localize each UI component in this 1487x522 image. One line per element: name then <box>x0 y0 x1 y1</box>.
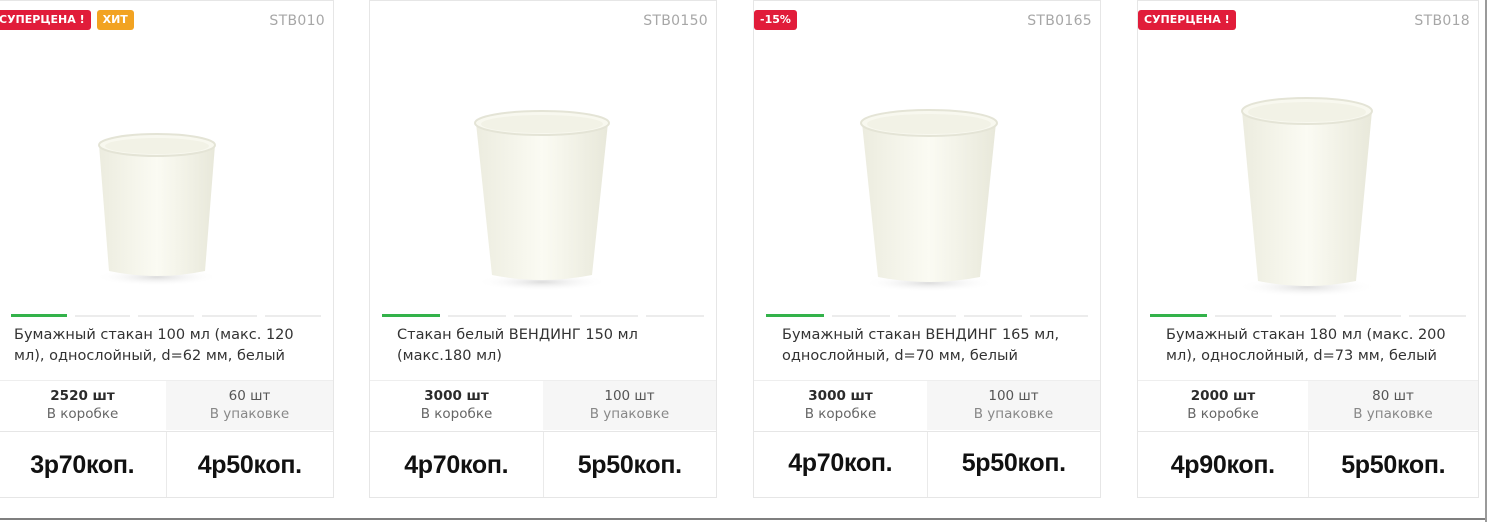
box-quantity: 3000 шт В коробке <box>370 381 543 430</box>
box-qty-label: В коробке <box>46 406 119 422</box>
product-card[interactable]: СУПЕРЦЕНА ! STB018 Бумажный стакан 180 м… <box>1137 0 1479 498</box>
price-box: 4р90коп. <box>1170 451 1275 479</box>
pack-quantity: 60 шт В упаковке <box>166 381 333 430</box>
price-box-cell: 4р90коп. <box>1138 432 1309 497</box>
product-card[interactable]: STB0150 Стакан белый ВЕНДИНГ 150 мл (мак… <box>369 0 717 498</box>
product-title-link[interactable]: Бумажный стакан ВЕНДИНГ 165 мл, однослой… <box>782 325 1086 367</box>
pack-qty-label: В упаковке <box>1353 406 1433 422</box>
price-row: 3р70коп. 4р50коп. <box>0 431 333 497</box>
price-pack: 5р50коп. <box>961 449 1066 477</box>
price-box-cell: 3р70коп. <box>0 432 167 497</box>
price-pack: 5р50коп. <box>1341 451 1446 479</box>
price-pack-cell: 4р50коп. <box>167 432 334 497</box>
slider-dot[interactable] <box>580 315 638 317</box>
badge-hit: ХИТ <box>96 10 134 30</box>
quantity-info: 2000 шт В коробке 80 шт В упаковке <box>1138 380 1478 430</box>
slider-dot[interactable] <box>74 315 131 317</box>
quantity-info: 2520 шт В коробке 60 шт В упаковке <box>0 380 333 430</box>
image-slider-indicator[interactable] <box>11 314 321 317</box>
price-pack-cell: 5р50коп. <box>928 432 1101 497</box>
product-sku: STB010 <box>269 13 325 29</box>
pack-quantity: 100 шт В упаковке <box>543 381 716 430</box>
slider-dot[interactable] <box>138 315 194 317</box>
image-slider-indicator[interactable] <box>766 314 1088 317</box>
box-qty-value: 2000 шт <box>1190 388 1256 404</box>
slider-dot[interactable] <box>1409 315 1466 317</box>
price-pack-cell: 5р50коп. <box>1309 432 1479 497</box>
product-image[interactable] <box>370 61 716 301</box>
product-title-link[interactable]: Бумажный стакан 100 мл (макс. 120 мл), о… <box>14 325 319 367</box>
slider-dot[interactable] <box>1214 315 1272 317</box>
price-row: 4р70коп. 5р50коп. <box>754 431 1100 497</box>
product-image[interactable] <box>0 61 333 301</box>
quantity-info: 3000 шт В коробке 100 шт В упаковке <box>754 380 1100 430</box>
pack-qty-label: В упаковке <box>209 406 290 422</box>
price-pack: 5р50коп. <box>577 451 682 479</box>
product-sku: STB018 <box>1414 13 1470 29</box>
box-qty-value: 3000 шт <box>424 388 489 404</box>
slider-dot[interactable] <box>265 315 321 317</box>
box-quantity: 3000 шт В коробке <box>754 381 927 430</box>
badge-superprice: СУПЕРЦЕНА ! <box>1138 10 1236 30</box>
product-title-link[interactable]: Бумажный стакан 180 мл (макс. 200 мл), о… <box>1166 325 1464 367</box>
slider-dot[interactable] <box>898 315 956 317</box>
price-box-cell: 4р70коп. <box>370 432 544 497</box>
slider-dot[interactable] <box>1344 315 1402 317</box>
price-box: 4р70коп. <box>404 451 509 479</box>
product-image[interactable] <box>1138 61 1478 301</box>
slider-dot[interactable] <box>766 314 824 317</box>
slider-dot[interactable] <box>832 315 890 317</box>
product-image[interactable] <box>754 61 1100 301</box>
page-bottom-border <box>0 518 1487 520</box>
slider-dot[interactable] <box>448 315 506 317</box>
slider-dot[interactable] <box>1150 314 1207 317</box>
box-quantity: 2000 шт В коробке <box>1138 381 1308 430</box>
pack-quantity: 100 шт В упаковке <box>927 381 1100 430</box>
slider-dot[interactable] <box>646 315 704 317</box>
badge-discount: -15% <box>754 10 797 30</box>
pack-qty-label: В упаковке <box>589 406 670 422</box>
product-sku: STB0165 <box>1027 13 1092 29</box>
quantity-info: 3000 шт В коробке 100 шт В упаковке <box>370 380 716 430</box>
badge-group: -15% <box>754 10 797 30</box>
slider-dot[interactable] <box>514 315 572 317</box>
slider-dot[interactable] <box>382 314 440 317</box>
box-qty-value: 2520 шт <box>50 388 115 404</box>
box-quantity: 2520 шт В коробке <box>0 381 166 430</box>
pack-qty-label: В упаковке <box>973 406 1054 422</box>
slider-dot[interactable] <box>1030 315 1088 317</box>
product-card[interactable]: СУПЕРЦЕНА ! ХИТ STB010 Бумажный стакан 1 <box>0 0 334 498</box>
slider-dot[interactable] <box>201 315 258 317</box>
price-pack-cell: 5р50коп. <box>544 432 717 497</box>
pack-qty-value: 100 шт <box>604 388 655 404</box>
box-qty-label: В коробке <box>420 406 493 422</box>
product-card[interactable]: -15% STB0165 Бумажный стакан ВЕНДИНГ 165… <box>753 0 1101 498</box>
box-qty-label: В коробке <box>1187 406 1259 422</box>
badge-group: СУПЕРЦЕНА ! <box>1138 10 1236 30</box>
image-slider-indicator[interactable] <box>1150 314 1466 317</box>
price-pack: 4р50коп. <box>197 451 302 479</box>
box-qty-label: В коробке <box>804 406 877 422</box>
price-box-cell: 4р70коп. <box>754 432 928 497</box>
pack-quantity: 80 шт В упаковке <box>1308 381 1478 430</box>
badge-group: СУПЕРЦЕНА ! ХИТ <box>0 10 134 30</box>
pack-qty-value: 100 шт <box>988 388 1039 404</box>
pack-qty-value: 60 шт <box>228 388 271 404</box>
slider-dot[interactable] <box>11 314 67 317</box>
slider-dot[interactable] <box>964 315 1022 317</box>
image-slider-indicator[interactable] <box>382 314 704 317</box>
box-qty-value: 3000 шт <box>808 388 873 404</box>
price-box: 3р70коп. <box>30 451 135 479</box>
product-title-link[interactable]: Стакан белый ВЕНДИНГ 150 мл (макс.180 мл… <box>397 325 702 367</box>
price-row: 4р90коп. 5р50коп. <box>1138 431 1478 497</box>
price-row: 4р70коп. 5р50коп. <box>370 431 716 497</box>
pack-qty-value: 80 шт <box>1372 388 1414 404</box>
price-box: 4р70коп. <box>788 449 893 477</box>
badge-superprice: СУПЕРЦЕНА ! <box>0 10 91 30</box>
product-sku: STB0150 <box>643 13 708 29</box>
slider-dot[interactable] <box>1279 315 1337 317</box>
